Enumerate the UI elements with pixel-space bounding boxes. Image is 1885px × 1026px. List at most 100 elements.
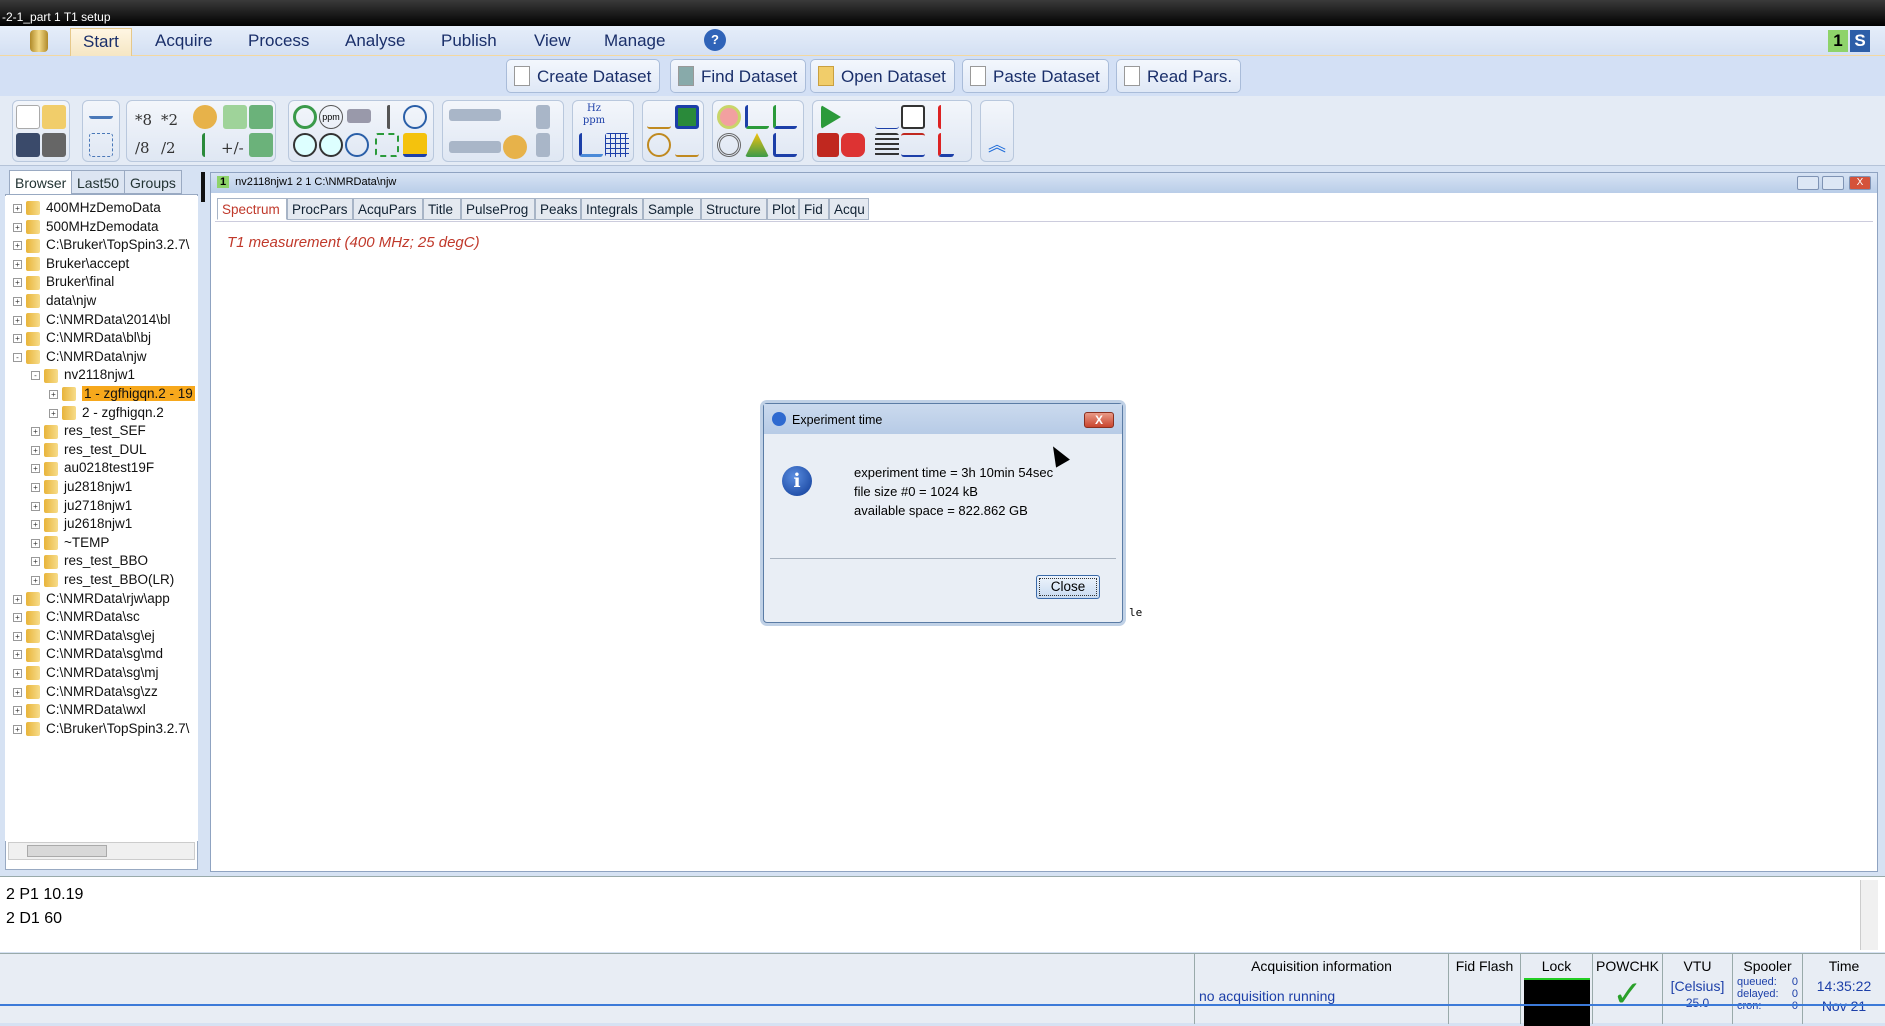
maximize-button[interactable] xyxy=(1822,176,1844,190)
expand-toggle-icon[interactable]: + xyxy=(31,538,40,548)
projection-2-icon[interactable] xyxy=(773,105,797,129)
fid-display-icon[interactable] xyxy=(875,105,899,129)
expand-toggle-icon[interactable]: + xyxy=(31,557,40,567)
paste-dataset-button[interactable]: Paste Dataset xyxy=(962,59,1109,93)
expand-toggle-icon[interactable]: + xyxy=(13,278,22,288)
expand-toggle-icon[interactable]: + xyxy=(31,575,40,585)
tab-peaks[interactable]: Peaks xyxy=(535,198,581,220)
tab-title[interactable]: Title xyxy=(423,198,461,220)
new-icon[interactable] xyxy=(16,105,40,129)
ppm-zoom-icon[interactable]: ppm xyxy=(319,105,343,129)
tab-plot[interactable]: Plot xyxy=(767,198,799,220)
divide-8-button[interactable]: /8 xyxy=(135,139,150,157)
shim-icon[interactable] xyxy=(875,133,899,157)
plus-minus-button[interactable]: +/- xyxy=(221,139,244,157)
lift-icon[interactable] xyxy=(901,133,925,157)
full-width-icon[interactable] xyxy=(347,109,371,123)
expand-toggle-icon[interactable]: + xyxy=(31,464,40,474)
reset-zoom-icon[interactable] xyxy=(293,105,317,129)
3d-peak-icon[interactable] xyxy=(745,133,769,157)
create-dataset-button[interactable]: Create Dataset xyxy=(506,59,661,93)
autolock-icon[interactable] xyxy=(938,133,954,157)
expand-toggle-icon[interactable]: + xyxy=(13,724,22,734)
menu-manage[interactable]: Manage xyxy=(604,31,665,51)
hz-ppm-toggle-icon[interactable]: Hz ppm xyxy=(579,103,609,127)
tab-sample[interactable]: Sample xyxy=(643,198,701,220)
contour-plain-icon[interactable] xyxy=(717,133,741,157)
help-icon[interactable]: ? xyxy=(704,29,726,51)
start-acquisition-icon[interactable] xyxy=(821,105,841,129)
undo-zoom-icon[interactable] xyxy=(345,133,369,157)
tab-groups[interactable]: Groups xyxy=(124,170,182,194)
tree-node[interactable]: + Bruker\accept xyxy=(13,256,129,274)
expand-toggle-icon[interactable]: + xyxy=(13,222,22,232)
tree-node[interactable]: +500MHzDemodata xyxy=(13,219,159,237)
tree-node[interactable]: + C:\NMRData\sg\md xyxy=(13,646,163,664)
expand-toggle-icon[interactable]: + xyxy=(13,334,22,344)
tree-node[interactable]: + res_test_BBO(LR) xyxy=(31,572,174,590)
expand-toggle-icon[interactable]: + xyxy=(31,501,40,511)
zoom-in-icon[interactable] xyxy=(293,133,317,157)
tab-pulseprog[interactable]: PulseProg xyxy=(461,198,535,220)
collapse-toolbar-icon[interactable]: ︽ xyxy=(985,135,1009,159)
tree-node[interactable]: + ju2618njw1 xyxy=(31,516,132,534)
menu-start[interactable]: Start xyxy=(70,28,132,56)
multiplet-icon[interactable] xyxy=(647,133,671,157)
tree-node[interactable]: + data\njw xyxy=(13,293,96,311)
tree-node[interactable]: + ~TEMP xyxy=(31,535,109,553)
slice-icon[interactable] xyxy=(773,133,797,157)
close-button[interactable]: Close xyxy=(1036,575,1100,599)
read-pars-button[interactable]: Read Pars. xyxy=(1116,59,1242,93)
tab-browser[interactable]: Browser xyxy=(9,170,73,195)
tree-node[interactable]: +2 - zgfhigqn.2 xyxy=(49,405,164,423)
tree-node[interactable]: + C:\NMRData\bl\bj xyxy=(13,330,151,348)
link-icon[interactable] xyxy=(89,105,113,119)
tree-node[interactable]: + au0218test19F xyxy=(31,460,154,478)
tab-fid[interactable]: Fid xyxy=(799,198,829,220)
window-icon[interactable] xyxy=(901,105,925,129)
contour-levels-icon[interactable] xyxy=(249,105,273,129)
expand-toggle-icon[interactable]: + xyxy=(31,520,40,530)
divide-2-button[interactable]: /2 xyxy=(161,139,176,157)
stop-icon[interactable] xyxy=(841,133,865,157)
zoom-out-icon[interactable] xyxy=(319,133,343,157)
browser-horizontal-scrollbar[interactable] xyxy=(8,842,195,860)
menu-process[interactable]: Process xyxy=(248,31,309,51)
find-dataset-button[interactable]: Find Dataset xyxy=(670,59,807,93)
expand-toggle-icon[interactable]: + xyxy=(13,631,22,641)
tree-node[interactable]: + ju2718njw1 xyxy=(31,498,132,516)
multiply-2-button[interactable]: *2 xyxy=(161,111,178,129)
expand-toggle-icon[interactable]: + xyxy=(13,594,22,604)
tree-node[interactable]: +1 - zgfhigqn.2 - 19 xyxy=(49,386,195,404)
tree-node[interactable]: + C:\NMRData\wxl xyxy=(13,702,146,720)
tree-node[interactable]: + C:\NMRData\rjw\app xyxy=(13,591,170,609)
dialog-close-x-button[interactable]: X xyxy=(1084,412,1114,428)
expand-toggle-icon[interactable]: + xyxy=(13,315,22,325)
menu-analyse[interactable]: Analyse xyxy=(345,31,405,51)
open-icon[interactable] xyxy=(42,105,66,129)
peak-width-icon[interactable] xyxy=(647,105,671,129)
grid-icon[interactable] xyxy=(605,133,629,157)
expand-toggle-icon[interactable]: + xyxy=(13,241,22,251)
tree-node[interactable]: + Bruker\final xyxy=(13,274,114,292)
print-icon[interactable] xyxy=(42,133,66,157)
multiply-8-button[interactable]: *8 xyxy=(135,111,152,129)
tree-node[interactable]: + res_test_DUL xyxy=(31,442,147,460)
expand-toggle-icon[interactable]: + xyxy=(13,650,22,660)
cube-icon[interactable] xyxy=(89,133,113,157)
tree-node[interactable]: - C:\NMRData\njw xyxy=(13,349,147,367)
tree-node[interactable]: + C:\Bruker\TopSpin3.2.7\ xyxy=(13,237,189,255)
expand-toggle-icon[interactable]: + xyxy=(49,408,58,418)
tree-node[interactable]: +400MHzDemoData xyxy=(13,200,161,218)
expand-toggle-icon[interactable]: + xyxy=(13,668,22,678)
multi-peak-icon[interactable] xyxy=(675,133,699,157)
tree-node[interactable]: + C:\NMRData\sg\ej xyxy=(13,628,155,646)
tree-node[interactable]: + res_test_SEF xyxy=(31,423,146,441)
fit-icon[interactable] xyxy=(375,133,399,157)
expand-toggle-icon[interactable]: + xyxy=(31,427,40,437)
minimize-button[interactable] xyxy=(1797,176,1819,190)
tree-node[interactable]: + C:\NMRData\sg\zz xyxy=(13,684,158,702)
menu-view[interactable]: View xyxy=(534,31,571,51)
save-levels-icon[interactable] xyxy=(249,133,273,157)
tree-node[interactable]: + C:\Bruker\TopSpin3.2.7\ xyxy=(13,721,189,739)
